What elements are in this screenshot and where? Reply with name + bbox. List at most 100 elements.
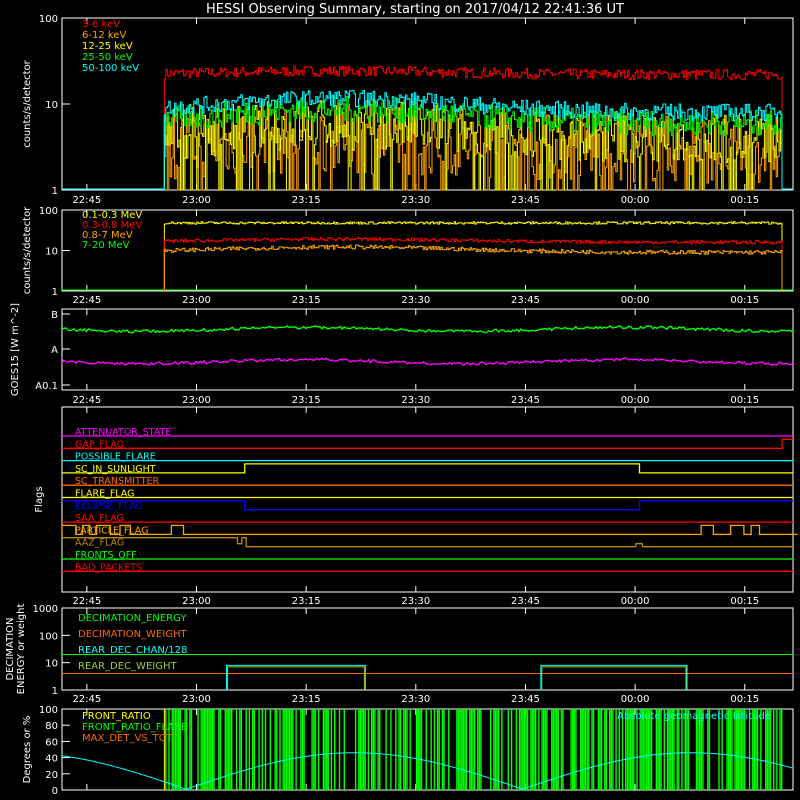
time-tick-label: 00:15: [730, 295, 759, 306]
legend-entry: DECIMATION_WEIGHT: [78, 629, 187, 640]
time-tick-label: 23:00: [182, 295, 211, 306]
series-line: [540, 664, 688, 690]
time-tick-label: 00:15: [730, 195, 759, 206]
time-tick-label: 00:15: [730, 694, 759, 705]
y-tick-label: 100: [39, 705, 58, 716]
y-axis-label: GOES15 [W m^-2]: [10, 303, 21, 396]
time-tick-label: 23:00: [182, 596, 211, 607]
legend-entry: 6-12 keV: [82, 30, 126, 41]
time-tick-label: 23:45: [511, 694, 540, 705]
time-tick-label: 22:45: [72, 596, 101, 607]
y-tick-label: 80: [45, 721, 58, 732]
panel-goes: B A A0.1 GOES15 [W m^-2] 22:45 23:00 23:15 23:3…: [10, 303, 794, 406]
legend-entry: 50-100 keV: [82, 63, 139, 74]
series-line: [541, 666, 687, 690]
time-tick-label: 23:15: [292, 295, 321, 306]
time-tick-label: 23:30: [401, 295, 430, 306]
y-tick-label: 40: [45, 754, 58, 765]
y-tick-label: A: [51, 345, 58, 356]
panels: 110100counts/s/detector3-6 keV6-12 keV12…: [5, 14, 798, 797]
legend-entry: FRONT_RATIO_FLARE: [82, 722, 187, 733]
y-tick-label: 0: [52, 786, 58, 797]
time-tick-label: 23:30: [401, 395, 430, 406]
y-tick-label: 1: [52, 686, 58, 697]
time-tick-label: 00:00: [621, 295, 650, 306]
time-tick-label: 22:45: [72, 295, 101, 306]
y-tick-label: 10: [45, 659, 58, 670]
y-tick-label: 10: [45, 247, 58, 258]
time-tick-label: 00:15: [730, 596, 759, 607]
flag-line: [62, 438, 793, 449]
panel-frame: [61, 308, 794, 391]
y-axis-label: ENERGY or weight: [16, 604, 27, 695]
time-tick-label: 00:00: [621, 395, 650, 406]
y-axis-label: DECIMATION: [5, 617, 16, 680]
time-tick-label: 23:30: [401, 195, 430, 206]
panel-lowE: 1 10 100 counts/s/detector 3-6 keV6-12 keV12…: [22, 14, 794, 206]
flag-line: [61, 524, 798, 536]
time-tick-label: 23:15: [292, 195, 321, 206]
time-tick-label: 22:45: [72, 195, 101, 206]
time-tick-label: 23:00: [182, 395, 211, 406]
y-tick-label: 100: [39, 206, 58, 217]
time-tick-label: 23:00: [182, 694, 211, 705]
y-axis-label: counts/s/detector: [22, 59, 33, 147]
y-axis-label: counts/s/detector: [22, 206, 33, 294]
series-line: [226, 666, 365, 690]
time-tick-label: 22:45: [72, 694, 101, 705]
panel-decim: 1 10 100 1000 DECIMATION ENERGY or weight DECI…: [5, 604, 794, 705]
time-tick-label: 22:45: [72, 395, 101, 406]
legend-entry: 3-6 keV: [82, 19, 120, 30]
figure-title: HESSI Observing Summary, starting on 201…: [206, 2, 624, 17]
time-tick-label: 23:45: [511, 596, 540, 607]
legend-entry: FRONT_RATIO: [82, 711, 151, 722]
series-line: [163, 237, 783, 291]
y-tick-label: 1: [52, 186, 58, 197]
flag-label: AAZ_FLAG: [75, 538, 124, 549]
series-line: [225, 664, 366, 690]
time-tick-label: 23:15: [292, 395, 321, 406]
y-tick-label: 60: [45, 737, 58, 748]
y-tick-label: 20: [45, 770, 58, 781]
time-tick-label: 23:15: [292, 694, 321, 705]
series-line: [163, 244, 783, 291]
legend-entry: REAR_DEC_CHAN/128: [78, 645, 187, 656]
panel-ratio: 0 20 40 60 80 100 Degrees or % FRONT_RATIOFRONT…: [22, 705, 794, 797]
legend-entry: MAX_DET_VS_TOT: [82, 733, 174, 744]
flag-line: [62, 463, 793, 474]
time-tick-label: 00:00: [621, 596, 650, 607]
y-tick-label: 100: [39, 631, 58, 642]
time-tick-label: 00:00: [621, 195, 650, 206]
panel-flags: FlagsATTENUATOR_STATEGAP_FLAGPOSSIBLE_FL…: [34, 406, 798, 607]
y-axis-label: Degrees or %: [22, 716, 33, 784]
legend-entry: 25-50 keV: [82, 52, 133, 63]
panel-frame: [61, 406, 794, 593]
series-line: [61, 357, 794, 366]
legend-entry: 7-20 MeV: [82, 240, 130, 251]
legend-entry: 12-25 keV: [82, 41, 133, 52]
legend-entry: Absolute geomagnetic latitude: [617, 711, 771, 722]
time-tick-label: 23:00: [182, 195, 211, 206]
time-tick-label: 23:30: [401, 694, 430, 705]
y-tick-label: B: [51, 310, 58, 321]
y-tick-label: 1000: [33, 604, 58, 615]
flag-label: ECLIPSE_FLAG: [75, 501, 143, 512]
time-tick-label: 23:45: [511, 395, 540, 406]
y-tick-label: 100: [39, 14, 58, 25]
hessi-summary-figure: HESSI Observing Summary, starting on 201…: [5, 2, 798, 797]
y-tick-label: 1: [52, 287, 58, 298]
y-tick-label: A0.1: [35, 381, 58, 392]
panel-highE: 110100counts/s/detector 0.1-0.3 MeV0.3-0.…: [22, 206, 794, 306]
time-tick-label: 23:45: [511, 195, 540, 206]
flag-line: [62, 500, 793, 511]
y-axis-label: Flags: [34, 486, 45, 512]
time-tick-label: 23:30: [401, 596, 430, 607]
time-tick-label: 23:15: [292, 596, 321, 607]
series-line: [163, 221, 783, 291]
series-line: [61, 325, 794, 334]
legend-entry: REAR_DEC_WEIGHT: [78, 661, 177, 672]
legend-entry: DECIMATION_ENERGY: [78, 613, 187, 624]
time-tick-label: 00:00: [621, 694, 650, 705]
time-tick-label: 00:15: [730, 395, 759, 406]
time-tick-label: 23:45: [511, 295, 540, 306]
